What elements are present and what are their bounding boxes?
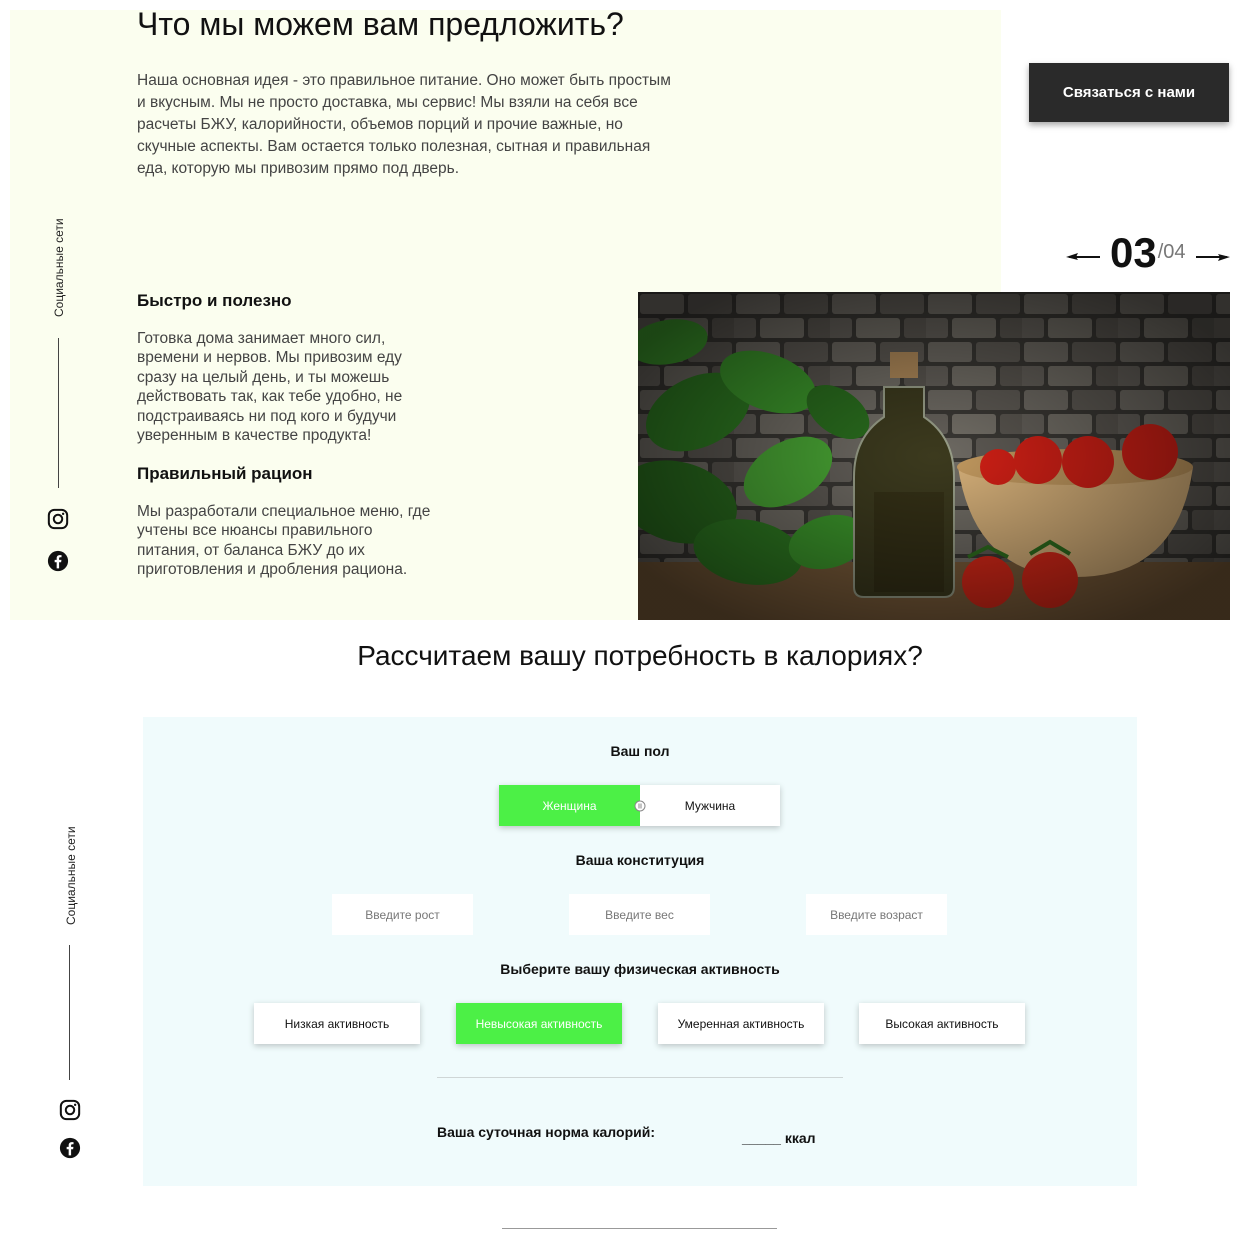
calculator-title: Рассчитаем вашу потребность в калориях? (357, 640, 923, 671)
gender-toggle: Женщина Мужчина (499, 785, 780, 826)
activity-label: Выберите вашу физическая активность (500, 961, 780, 977)
toggle-switch-icon[interactable] (634, 800, 646, 812)
feature-title-fast: Быстро и полезно (137, 291, 292, 310)
gender-female-button[interactable]: Женщина (499, 785, 640, 826)
activity-high-button[interactable]: Высокая активность (859, 1003, 1025, 1044)
calculator-divider (437, 1077, 843, 1078)
instagram-icon[interactable] (59, 1099, 81, 1121)
weight-input[interactable]: Введите вес (569, 894, 710, 935)
slide-counter: 03 /04 (1066, 226, 1230, 276)
current-slide: 03 (1110, 229, 1157, 276)
facebook-icon[interactable] (59, 1137, 81, 1159)
result-value: _____ ккал (742, 1130, 816, 1146)
result-label: Ваша суточная норма калорий: (437, 1124, 655, 1140)
feature-text-fast: Готовка дома занимает много сил, времени… (137, 330, 403, 445)
age-input[interactable]: Введите возраст (806, 894, 947, 935)
calorie-value: _____ (742, 1130, 781, 1146)
arrow-left-icon[interactable] (1066, 250, 1102, 264)
activity-low-button[interactable]: Низкая активность (254, 1003, 420, 1044)
social-label-bottom: Социальные сети (64, 826, 78, 925)
activity-moderate-low-button[interactable]: Невысокая активность (456, 1003, 622, 1044)
offer-intro: Наша основная идея - это правильное пита… (137, 72, 671, 177)
arrow-right-icon[interactable] (1194, 250, 1230, 264)
social-divider (58, 338, 59, 488)
food-photo (638, 292, 1230, 620)
gender-male-button[interactable]: Мужчина (640, 785, 780, 826)
feature-text-diet: Мы разработали специальное меню, где учт… (137, 503, 431, 579)
facebook-icon[interactable] (47, 550, 69, 572)
footer-divider (502, 1228, 777, 1229)
feature-title-diet: Правильный рацион (137, 464, 313, 483)
instagram-icon[interactable] (47, 508, 69, 530)
gender-label: Ваш пол (610, 743, 670, 759)
height-input[interactable]: Введите рост (332, 894, 473, 935)
calorie-unit: ккал (784, 1130, 816, 1146)
contact-us-button[interactable]: Связаться с нами (1029, 63, 1229, 122)
activity-medium-button[interactable]: Умеренная активность (658, 1003, 824, 1044)
offer-title: Что мы можем вам предложить? (137, 6, 624, 42)
total-slides: /04 (1157, 241, 1186, 263)
constitution-label: Ваша конституция (575, 852, 705, 868)
social-label: Социальные сети (52, 218, 66, 317)
social-divider-bottom (69, 945, 70, 1080)
